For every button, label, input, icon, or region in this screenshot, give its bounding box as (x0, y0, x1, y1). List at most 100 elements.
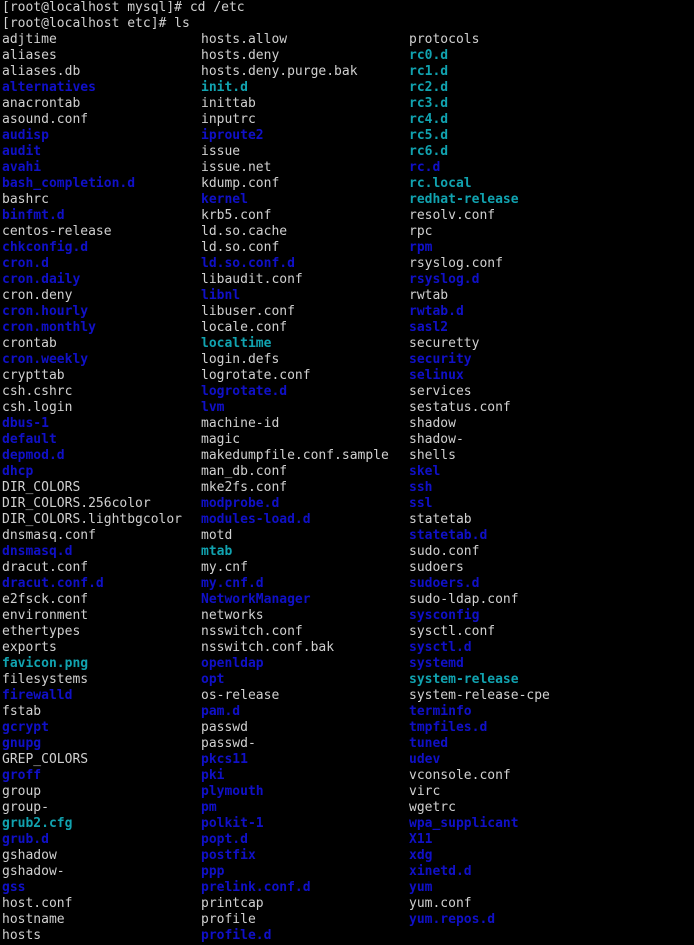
listing-entry-file: hosts.allow (201, 32, 288, 47)
listing-entry-file: filesystems (2, 672, 89, 687)
listing-entry-file: networks (201, 608, 264, 623)
listing-entry-file: csh.cshrc (2, 384, 73, 399)
listing-entry-dir: udev (409, 752, 441, 767)
listing-entry-dir: dnsmasq.d (2, 544, 73, 559)
listing-entry-dir: ld.so.conf.d (201, 256, 295, 271)
listing-entry-link: rc.local (409, 176, 472, 191)
listing-entry-file: man_db.conf (201, 464, 288, 479)
listing-entry-dir: openldap (201, 656, 264, 671)
listing-entry-file: issue (201, 144, 241, 159)
listing-entry-file: cron.deny (2, 288, 73, 303)
listing-entry-file: shadow (409, 416, 456, 431)
listing-entry-dir: binfmt.d (2, 208, 65, 223)
listing-entry-dir: tuned (409, 736, 449, 751)
listing-entry-file: securetty (409, 336, 480, 351)
listing-entry-dir: logrotate.d (201, 384, 288, 399)
listing-entry-file: my.cnf (201, 560, 248, 575)
listing-entry-file: inputrc (201, 112, 256, 127)
listing-entry-dir: cron.daily (2, 272, 81, 287)
listing-entry-file: yum.conf (409, 896, 472, 911)
listing-entry-dir: rc.d (409, 160, 441, 175)
listing-entry-dir: chkconfig.d (2, 240, 89, 255)
listing-entry-file: system-release-cpe (409, 688, 550, 703)
listing-entry-dir: pam.d (201, 704, 241, 719)
listing-entry-dir: X11 (409, 832, 433, 847)
listing-entry-file: passwd- (201, 736, 256, 751)
listing-entry-file: hosts (2, 928, 42, 943)
listing-entry-dir: polkit-1 (201, 816, 264, 831)
listing-entry-dir: gss (2, 880, 26, 895)
listing-entry-dir: security (409, 352, 472, 367)
listing-entry-dir: ssh (409, 480, 433, 495)
listing-entry-dir: default (2, 432, 57, 447)
listing-entry-file: rwtab (409, 288, 449, 303)
listing-entry-file: profile (201, 912, 256, 927)
listing-entry-file: protocols (409, 32, 480, 47)
listing-entry-file: centos-release (2, 224, 112, 239)
listing-entry-dir: cron.monthly (2, 320, 96, 335)
listing-entry-dir: ssl (409, 496, 433, 511)
listing-entry-dir: rpm (409, 240, 433, 255)
listing-entry-file: ld.so.conf (201, 240, 280, 255)
listing-entry-file: hosts.deny (201, 48, 280, 63)
command-line-cd: [root@localhost mysql]# cd /etc (2, 0, 245, 15)
listing-entry-dir: gcrypt (2, 720, 49, 735)
listing-entry-dir: NetworkManager (201, 592, 311, 607)
listing-entry-link: grub2.cfg (2, 816, 73, 831)
listing-entry-dir: pkcs11 (201, 752, 248, 767)
listing-entry-link: system-release (409, 672, 519, 687)
listing-entry-dir: rwtab.d (409, 304, 464, 319)
listing-entry-dir: profile.d (201, 928, 272, 943)
listing-entry-file: exports (2, 640, 57, 655)
listing-entry-link: rc3.d (409, 96, 449, 111)
listing-entry-file: magic (201, 432, 241, 447)
listing-entry-dir: dbus-1 (2, 416, 49, 431)
listing-entry-dir: modprobe.d (201, 496, 280, 511)
listing-entry-file: group (2, 784, 42, 799)
listing-entry-file: makedumpfile.conf.sample (201, 448, 389, 463)
listing-entry-dir: modules-load.d (201, 512, 311, 527)
listing-entry-file: vconsole.conf (409, 768, 511, 783)
listing-entry-dir: groff (2, 768, 42, 783)
listing-entry-dir: alternatives (2, 80, 96, 95)
listing-entry-file: libaudit.conf (201, 272, 303, 287)
listing-entry-file: rpc (409, 224, 433, 239)
terminal-window[interactable]: [root@localhost mysql]# cd /etc [root@lo… (0, 0, 694, 945)
listing-entry-file: os-release (201, 688, 280, 703)
listing-entry-dir: sysconfig (409, 608, 480, 623)
listing-entry-file: dnsmasq.conf (2, 528, 96, 543)
listing-entry-file: nsswitch.conf.bak (201, 640, 335, 655)
listing-entry-link: localtime (201, 336, 272, 351)
listing-entry-file: printcap (201, 896, 264, 911)
listing-entry-file: services (409, 384, 472, 399)
listing-entry-file: DIR_COLORS (2, 480, 81, 495)
listing-entry-file: inittab (201, 96, 256, 111)
listing-entry-dir: libnl (201, 288, 241, 303)
listing-entry-file: rsyslog.conf (409, 256, 503, 271)
listing-entry-file: asound.conf (2, 112, 89, 127)
listing-entry-dir: popt.d (201, 832, 248, 847)
listing-entry-file: csh.login (2, 400, 73, 415)
listing-entry-dir: selinux (409, 368, 464, 383)
listing-entry-file: sestatus.conf (409, 400, 511, 415)
listing-entry-link: mtab (201, 544, 233, 559)
listing-entry-dir: grub.d (2, 832, 49, 847)
listing-entry-file: fstab (2, 704, 42, 719)
listing-entry-dir: pki (201, 768, 225, 783)
listing-entry-dir: sysctl.d (409, 640, 472, 655)
listing-entry-dir: dhcp (2, 464, 34, 479)
listing-entry-dir: kernel (201, 192, 248, 207)
listing-entry-file: bashrc (2, 192, 49, 207)
listing-entry-link: init.d (201, 80, 248, 95)
listing-entry-file: wgetrc (409, 800, 456, 815)
listing-entry-dir: cron.hourly (2, 304, 89, 319)
listing-entry-file: e2fsck.conf (2, 592, 89, 607)
listing-entry-dir: prelink.conf.d (201, 880, 311, 895)
listing-entry-file: DIR_COLORS.lightbgcolor (2, 512, 183, 527)
listing-entry-file: ld.so.cache (201, 224, 288, 239)
listing-entry-file: gshadow (2, 848, 57, 863)
listing-entry-file: kdump.conf (201, 176, 280, 191)
listing-entry-file: virc (409, 784, 441, 799)
listing-entry-dir: opt (201, 672, 225, 687)
listing-entry-dir: xinetd.d (409, 864, 472, 879)
